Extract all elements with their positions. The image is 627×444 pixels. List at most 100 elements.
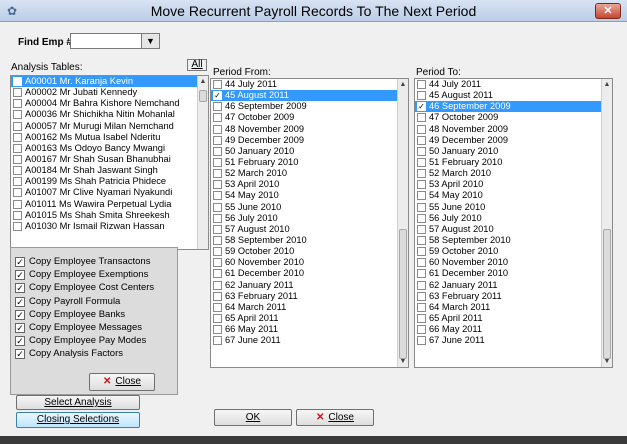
checkbox[interactable] bbox=[213, 157, 222, 167]
scroll-down-icon[interactable]: ▼ bbox=[602, 356, 612, 367]
period-to-item[interactable]: 55 June 2010 bbox=[415, 202, 612, 213]
checkbox[interactable]: ✓ bbox=[15, 309, 25, 320]
checkbox[interactable] bbox=[213, 269, 222, 279]
checkbox[interactable] bbox=[13, 221, 22, 231]
period-to-item[interactable]: 49 December 2009 bbox=[415, 135, 612, 146]
period-from-item[interactable]: 59 October 2010 bbox=[211, 246, 408, 257]
analysis-table-item[interactable]: A01007 Mr Clive Nyamari Nyakundi bbox=[11, 187, 208, 198]
analysis-table-item[interactable]: A00002 Mr Jubati Kennedy bbox=[11, 87, 208, 98]
period-to-item[interactable]: 44 July 2011 bbox=[415, 79, 612, 90]
checkbox[interactable] bbox=[13, 99, 22, 109]
checkbox[interactable] bbox=[417, 180, 426, 190]
scroll-thumb[interactable] bbox=[603, 229, 611, 359]
select-analysis-button[interactable]: Select Analysis bbox=[16, 395, 140, 410]
chevron-down-icon[interactable]: ▼ bbox=[141, 34, 159, 48]
checkbox[interactable] bbox=[213, 224, 222, 234]
checkbox[interactable] bbox=[417, 91, 426, 101]
checkbox[interactable] bbox=[417, 325, 426, 335]
checkbox[interactable] bbox=[213, 313, 222, 323]
checkbox[interactable] bbox=[213, 202, 222, 212]
copy-option[interactable]: ✓ Copy Employee Messages bbox=[15, 322, 142, 334]
scroll-thumb[interactable] bbox=[199, 90, 207, 102]
period-to-item[interactable]: 52 March 2010 bbox=[415, 168, 612, 179]
all-button[interactable]: All bbox=[187, 59, 207, 71]
checkbox[interactable] bbox=[417, 146, 426, 156]
checkbox[interactable] bbox=[213, 280, 222, 290]
period-to-item[interactable]: ✓ 46 September 2009 bbox=[415, 101, 612, 113]
period-to-item[interactable]: 48 November 2009 bbox=[415, 124, 612, 135]
checkbox[interactable] bbox=[213, 80, 222, 89]
checkbox[interactable]: ✓ bbox=[15, 270, 25, 281]
checkbox[interactable] bbox=[213, 213, 222, 223]
analysis-scrollbar[interactable]: ▲ bbox=[197, 76, 208, 249]
analysis-table-item[interactable]: A00001 Mr. Karanja Kevin bbox=[11, 76, 208, 88]
period-from-item[interactable]: 56 July 2010 bbox=[211, 213, 408, 224]
period-from-list[interactable]: 44 July 2011 ✓ 45 August 2011 46 September … bbox=[210, 78, 409, 368]
period-from-item[interactable]: 66 May 2011 bbox=[211, 324, 408, 335]
checkbox[interactable]: ✓ bbox=[15, 323, 25, 333]
checkbox[interactable] bbox=[213, 336, 222, 346]
checkbox[interactable] bbox=[213, 258, 222, 268]
checkbox[interactable] bbox=[417, 124, 426, 134]
checkbox[interactable] bbox=[13, 88, 22, 98]
period-from-item[interactable]: 54 May 2010 bbox=[211, 190, 408, 201]
checkbox[interactable] bbox=[417, 80, 426, 89]
period-from-scrollbar[interactable]: ▲ ▼ bbox=[397, 79, 408, 367]
period-from-item[interactable]: 67 June 2011 bbox=[211, 335, 408, 346]
checkbox[interactable] bbox=[417, 313, 426, 323]
period-to-item[interactable]: 50 January 2010 bbox=[415, 146, 612, 157]
analysis-table-item[interactable]: A00004 Mr Bahra Kishore Nemchand bbox=[11, 98, 208, 109]
period-from-item[interactable]: 53 April 2010 bbox=[211, 179, 408, 190]
period-to-item[interactable]: 57 August 2010 bbox=[415, 224, 612, 235]
period-to-scrollbar[interactable]: ▲ ▼ bbox=[601, 79, 612, 367]
find-emp-combobox[interactable]: ▼ bbox=[70, 33, 160, 49]
checkbox[interactable] bbox=[13, 110, 22, 120]
scroll-up-icon[interactable]: ▲ bbox=[398, 79, 408, 90]
checkbox[interactable] bbox=[13, 121, 22, 131]
period-to-item[interactable]: 63 February 2011 bbox=[415, 291, 612, 302]
checkbox[interactable] bbox=[13, 132, 22, 142]
copy-option[interactable]: ✓ Copy Employee Exemptions bbox=[15, 269, 148, 281]
checkbox[interactable] bbox=[417, 135, 426, 145]
checkbox[interactable] bbox=[417, 269, 426, 279]
checkbox[interactable] bbox=[13, 199, 22, 209]
period-to-item[interactable]: 54 May 2010 bbox=[415, 190, 612, 201]
period-to-item[interactable]: 61 December 2010 bbox=[415, 268, 612, 279]
analysis-table-item[interactable]: A01030 Mr Ismail Rizwan Hassan bbox=[11, 221, 208, 232]
copy-option[interactable]: ✓ Copy Employee Banks bbox=[15, 309, 125, 321]
period-from-item[interactable]: 55 June 2010 bbox=[211, 202, 408, 213]
ok-button[interactable]: OK bbox=[214, 409, 292, 426]
checkbox[interactable] bbox=[13, 177, 22, 187]
checkbox[interactable] bbox=[13, 154, 22, 164]
checkbox[interactable] bbox=[13, 210, 22, 220]
checkbox[interactable] bbox=[13, 166, 22, 176]
period-from-item[interactable]: 51 February 2010 bbox=[211, 157, 408, 168]
period-from-item[interactable]: ✓ 45 August 2011 bbox=[211, 90, 408, 102]
checkbox[interactable] bbox=[417, 113, 426, 123]
period-from-item[interactable]: 48 November 2009 bbox=[211, 124, 408, 135]
analysis-table-item[interactable]: A00184 Mr Shah Jaswant Singh bbox=[11, 165, 208, 176]
window-close-button[interactable]: ✕ bbox=[595, 3, 621, 19]
copy-option[interactable]: ✓ Copy Employee Pay Modes bbox=[15, 335, 146, 347]
period-from-item[interactable]: 50 January 2010 bbox=[211, 146, 408, 157]
period-to-item[interactable]: 45 August 2011 bbox=[415, 90, 612, 101]
copy-option[interactable]: ✓ Copy Employee Transactons bbox=[15, 256, 150, 268]
close-button[interactable]: ✕ Close bbox=[296, 409, 374, 426]
checkbox[interactable] bbox=[213, 325, 222, 335]
period-from-item[interactable]: 57 August 2010 bbox=[211, 224, 408, 235]
scroll-thumb[interactable] bbox=[399, 229, 407, 359]
copy-option[interactable]: ✓ Copy Payroll Formula bbox=[15, 296, 120, 308]
checkbox[interactable] bbox=[417, 224, 426, 234]
period-from-item[interactable]: 52 March 2010 bbox=[211, 168, 408, 179]
period-to-item[interactable]: 62 January 2011 bbox=[415, 280, 612, 291]
copy-close-button[interactable]: ✕ Close bbox=[89, 373, 155, 391]
period-to-item[interactable]: 59 October 2010 bbox=[415, 246, 612, 257]
checkbox[interactable] bbox=[213, 102, 222, 112]
checkbox[interactable]: ✓ bbox=[15, 257, 25, 267]
closing-selections-button[interactable]: Closing Selections bbox=[16, 412, 140, 428]
checkbox[interactable] bbox=[417, 291, 426, 301]
checkbox[interactable] bbox=[213, 291, 222, 301]
checkbox[interactable] bbox=[213, 180, 222, 190]
analysis-table-item[interactable]: A00162 Ms Mutua Isabel Nderitu bbox=[11, 132, 208, 143]
period-to-item[interactable]: 51 February 2010 bbox=[415, 157, 612, 168]
